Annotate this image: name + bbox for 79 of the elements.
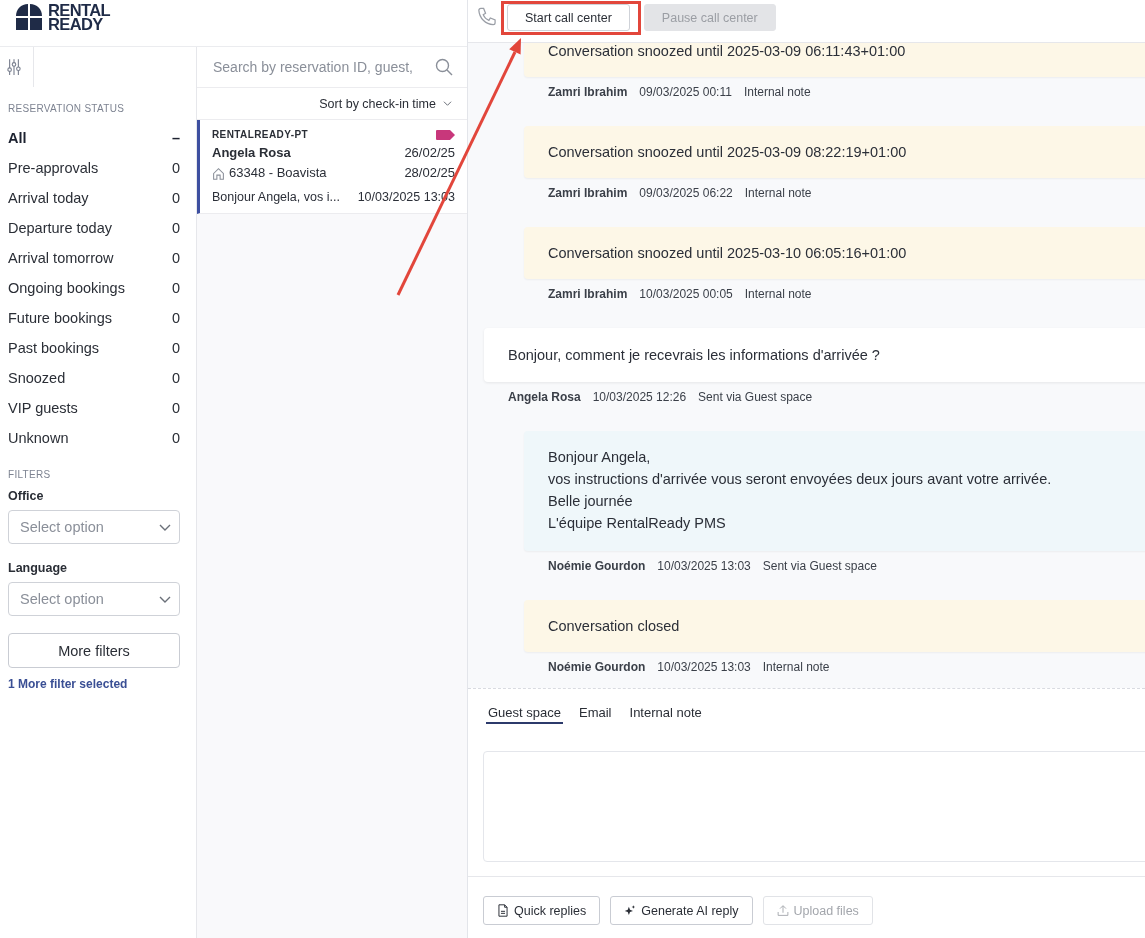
message-text: Bonjour, comment je recevrais les informations d'arrivée ? [508, 347, 880, 363]
message-channel: Internal note [762, 659, 830, 675]
message-channel: Sent via Guest space [762, 558, 877, 574]
account-name: RENTALREADY-PT [212, 128, 308, 142]
status-count: 0 [171, 220, 180, 236]
chevron-down-icon [159, 595, 171, 603]
message-channel: Internal note [744, 185, 812, 201]
brand-name: RENTAL READY [48, 4, 111, 31]
message-time: 09/03/2025 00:11 [639, 84, 732, 100]
message-text: Bonjour Angela, vos instructions d'arrivée vous seront envoyées deux jours avant votre arrivée. Belle journée L'équipe RentalReady PMS [548, 449, 1052, 531]
filters-selected-link[interactable]: 1 More filter selected [8, 677, 128, 691]
status-count: 0 [171, 280, 180, 296]
section-title: FILTERS [7, 468, 52, 482]
field-label: Office [8, 489, 45, 503]
author-name: Zamri Ibrahim [548, 286, 628, 302]
status-count: 0 [171, 430, 180, 446]
message-input[interactable] [483, 751, 1145, 862]
author-name: Noémie Gourdon [548, 659, 646, 675]
quick-replies-button[interactable]: Quick replies [483, 896, 601, 925]
status-count: 0 [171, 160, 180, 176]
status-count: 0 [171, 370, 180, 386]
phone-icon[interactable] [476, 7, 497, 28]
sparkle-icon [624, 904, 637, 917]
tag-icon [436, 130, 455, 140]
status-count: 0 [171, 190, 180, 206]
status-filter-item[interactable]: Arrival today [8, 190, 89, 206]
author-name: Zamri Ibrahim [548, 84, 628, 100]
message-text: Conversation snoozed until 2025-03-10 06:05:16+01:00 [548, 245, 907, 261]
more-filters-button[interactable]: More filters [8, 633, 180, 668]
logo-icon [16, 4, 42, 30]
status-count: – [171, 130, 180, 146]
upload-icon [776, 904, 789, 917]
status-filter-item[interactable]: Departure today [8, 220, 112, 236]
status-count: 0 [171, 310, 180, 326]
message-channel: Internal note [743, 84, 811, 100]
message-time: 10/03/2025 00:05 [639, 286, 733, 302]
message-time: 09/03/2025 06:22 [639, 185, 733, 201]
chevron-down-icon [443, 101, 452, 106]
channel-tab[interactable]: Email [577, 705, 614, 724]
message-time: 10/03/2025 12:26 [592, 389, 687, 405]
status-filter-item[interactable]: Ongoing bookings [8, 280, 125, 296]
status-filter-item[interactable]: All [8, 130, 27, 146]
status-filter-item[interactable]: Future bookings [8, 310, 112, 326]
message-channel: Sent via Guest space [698, 389, 813, 405]
house-icon [212, 166, 225, 180]
status-filter-item[interactable]: Unknown [8, 430, 69, 446]
channel-tab[interactable]: Internal note [627, 705, 704, 724]
message-text: Conversation snoozed until 2025-03-09 08:22:19+01:00 [548, 144, 907, 160]
author-name: Angela Rosa [508, 389, 581, 405]
message-text: Conversation snoozed until 2025-03-09 06:11:43+01:00 [548, 43, 906, 59]
generate-ai-reply-button[interactable]: Generate AI reply [610, 896, 753, 925]
message-time: 10/03/2025 13:03 [657, 659, 751, 675]
start-call-center-button[interactable]: Start call center [507, 4, 630, 31]
check-out-date: 28/02/25 [404, 165, 455, 181]
message-time: 10/03/2025 13:03 [657, 558, 751, 574]
status-count: 0 [171, 340, 180, 356]
search-icon[interactable] [435, 58, 453, 76]
author-name: Zamri Ibrahim [548, 185, 628, 201]
property-name: 63348 - Boavista [229, 165, 327, 181]
status-filter-item[interactable]: Snoozed [8, 370, 66, 386]
section-title: RESERVATION STATUS [7, 102, 126, 116]
sliders-icon [6, 58, 21, 76]
status-count: 0 [171, 250, 180, 266]
search-field[interactable]: Search by reservation ID, guest, [197, 47, 467, 88]
status-filter-item[interactable]: Past bookings [8, 340, 100, 356]
status-filter-item[interactable]: VIP guests [8, 400, 78, 416]
channel-tab[interactable]: Guest space [486, 705, 563, 724]
guest-name: Angela Rosa [212, 145, 291, 161]
document-icon [497, 904, 509, 917]
check-in-date: 26/02/25 [404, 145, 455, 161]
status-count: 0 [171, 400, 180, 416]
message-preview: Bonjour Angela, vos i... [212, 189, 340, 205]
message-text: Conversation closed [548, 618, 680, 634]
status-filter-item[interactable]: Pre-approvals [8, 160, 99, 176]
field-label: Language [8, 561, 69, 575]
message-channel: Internal note [744, 286, 812, 302]
author-name: Noémie Gourdon [548, 558, 646, 574]
chevron-down-icon [159, 523, 171, 531]
status-filter-item[interactable]: Arrival tomorrow [8, 250, 114, 266]
